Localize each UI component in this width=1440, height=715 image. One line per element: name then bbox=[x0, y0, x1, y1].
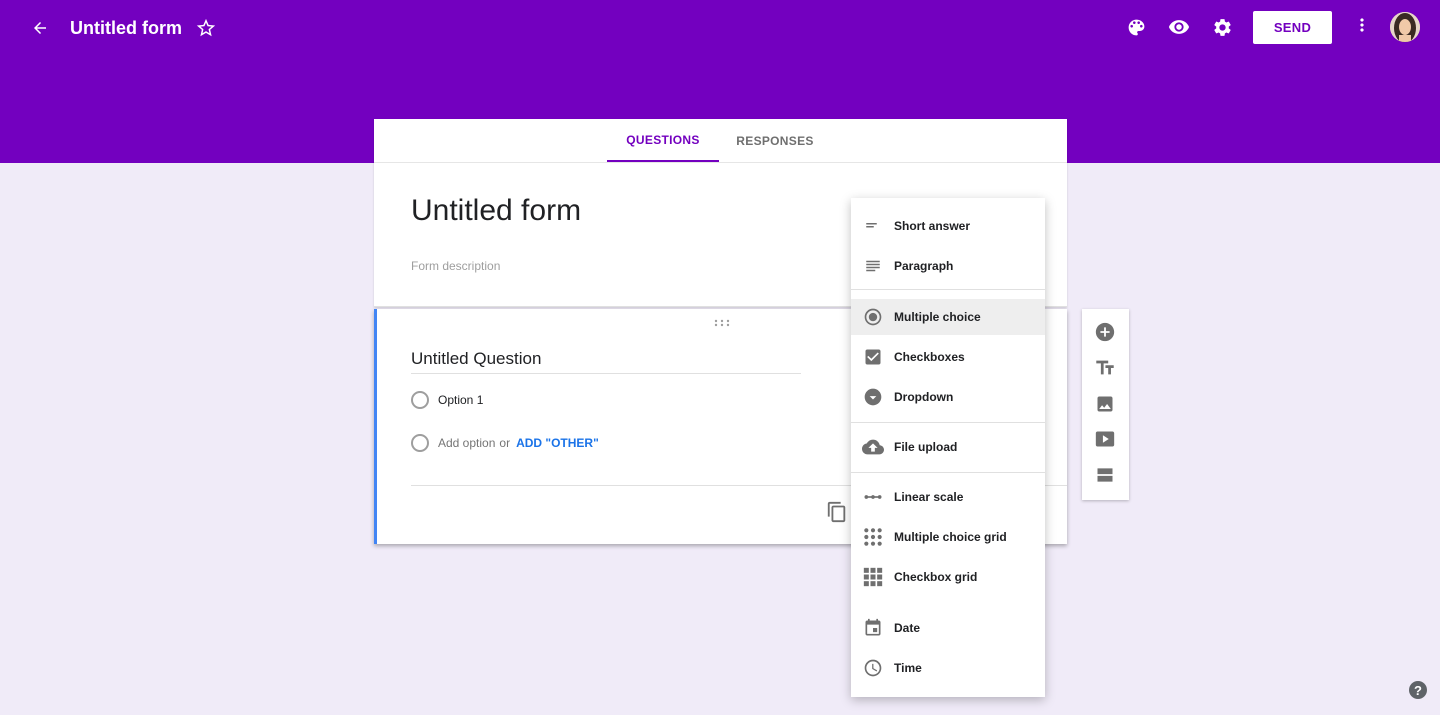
preview-button[interactable] bbox=[1167, 15, 1191, 39]
back-button[interactable] bbox=[28, 16, 52, 40]
menu-divider bbox=[851, 472, 1045, 473]
linear-scale-icon bbox=[851, 487, 894, 507]
menu-item-dropdown[interactable]: Dropdown bbox=[851, 379, 1045, 415]
add-title-icon bbox=[1096, 360, 1114, 375]
star-button[interactable] bbox=[194, 16, 218, 40]
settings-button[interactable] bbox=[1210, 15, 1234, 39]
add-image-icon bbox=[1097, 396, 1113, 412]
menu-item-multiple-choice-grid[interactable]: Multiple choice grid bbox=[851, 519, 1045, 555]
duplicate-icon[interactable] bbox=[826, 501, 848, 528]
checkbox-icon bbox=[851, 347, 894, 367]
tabs-divider bbox=[374, 162, 1067, 163]
add-section-icon bbox=[1097, 468, 1113, 482]
add-other-link[interactable]: ADD "OTHER" bbox=[516, 436, 599, 450]
menu-item-date[interactable]: Date bbox=[851, 610, 1045, 646]
preview-eye-icon bbox=[1168, 20, 1190, 34]
add-video-icon bbox=[1095, 431, 1115, 447]
form-description-field[interactable]: Form description bbox=[411, 259, 500, 273]
more-options-button[interactable] bbox=[1350, 13, 1374, 37]
calendar-icon bbox=[851, 618, 894, 638]
dot-grid-icon bbox=[851, 527, 894, 547]
help-icon[interactable]: ? bbox=[1409, 681, 1427, 699]
side-toolbar bbox=[1082, 309, 1129, 500]
add-question-icon bbox=[1095, 322, 1115, 342]
form-title[interactable]: Untitled form bbox=[411, 194, 581, 228]
clock-icon bbox=[851, 658, 894, 678]
drag-handle-icon[interactable] bbox=[714, 314, 730, 332]
tab-questions[interactable]: QUESTIONS bbox=[607, 119, 719, 162]
add-video-button[interactable] bbox=[1094, 428, 1116, 450]
palette-button[interactable] bbox=[1124, 15, 1148, 39]
menu-item-paragraph[interactable]: Paragraph bbox=[851, 248, 1045, 284]
dropdown-icon bbox=[851, 387, 894, 407]
add-title-button[interactable] bbox=[1094, 357, 1116, 379]
square-grid-icon bbox=[851, 567, 894, 587]
option-radio-icon bbox=[411, 391, 429, 409]
settings-gear-icon bbox=[1213, 18, 1231, 36]
radio-button-icon bbox=[851, 307, 894, 327]
short-answer-icon bbox=[851, 217, 894, 235]
tab-responses[interactable]: RESPONSES bbox=[719, 119, 831, 162]
cloud-upload-icon bbox=[851, 436, 894, 458]
back-arrow-icon bbox=[34, 22, 46, 34]
user-photo-icon bbox=[1390, 12, 1420, 42]
option-1-text[interactable]: Option 1 bbox=[438, 393, 483, 407]
menu-item-label: Checkbox grid bbox=[894, 570, 978, 584]
menu-item-label: File upload bbox=[894, 440, 958, 454]
menu-item-label: Date bbox=[894, 621, 921, 635]
menu-item-file-upload[interactable]: File upload bbox=[851, 429, 1045, 465]
menu-item-short-answer[interactable]: Short answer bbox=[851, 208, 1045, 244]
menu-item-multiple-choice[interactable]: Multiple choice bbox=[851, 299, 1045, 335]
menu-item-checkbox-grid[interactable]: Checkbox grid bbox=[851, 559, 1045, 595]
menu-item-label: Multiple choice grid bbox=[894, 530, 1007, 544]
send-button[interactable]: SEND bbox=[1253, 11, 1332, 44]
menu-item-time[interactable]: Time bbox=[851, 650, 1045, 686]
question-type-menu: Short answer Paragraph Multiple choice C… bbox=[851, 198, 1045, 697]
menu-item-label: Multiple choice bbox=[894, 310, 981, 324]
menu-item-label: Time bbox=[894, 661, 922, 675]
question-title-input[interactable]: Untitled Question bbox=[411, 349, 801, 374]
menu-divider bbox=[851, 289, 1045, 290]
add-question-button[interactable] bbox=[1094, 321, 1116, 343]
menu-item-label: Dropdown bbox=[894, 390, 954, 404]
more-vert-icon bbox=[1360, 18, 1364, 32]
add-section-button[interactable] bbox=[1094, 464, 1116, 486]
star-icon bbox=[196, 18, 216, 37]
add-image-button[interactable] bbox=[1094, 393, 1116, 415]
app-title[interactable]: Untitled form bbox=[70, 17, 182, 39]
menu-item-label: Checkboxes bbox=[894, 350, 965, 364]
or-text: or bbox=[499, 436, 511, 450]
menu-divider bbox=[851, 422, 1045, 423]
menu-item-label: Linear scale bbox=[894, 490, 964, 504]
add-option-link[interactable]: Add option bbox=[438, 436, 495, 450]
menu-item-label: Paragraph bbox=[894, 259, 954, 273]
menu-item-label: Short answer bbox=[894, 219, 971, 233]
add-option-radio-icon bbox=[411, 434, 429, 452]
palette-icon bbox=[1128, 19, 1144, 35]
avatar[interactable] bbox=[1390, 12, 1420, 42]
add-option-row: Add option or ADD "OTHER" bbox=[438, 436, 599, 450]
menu-item-checkboxes[interactable]: Checkboxes bbox=[851, 339, 1045, 375]
menu-item-linear-scale[interactable]: Linear scale bbox=[851, 479, 1045, 515]
paragraph-icon bbox=[851, 257, 894, 275]
